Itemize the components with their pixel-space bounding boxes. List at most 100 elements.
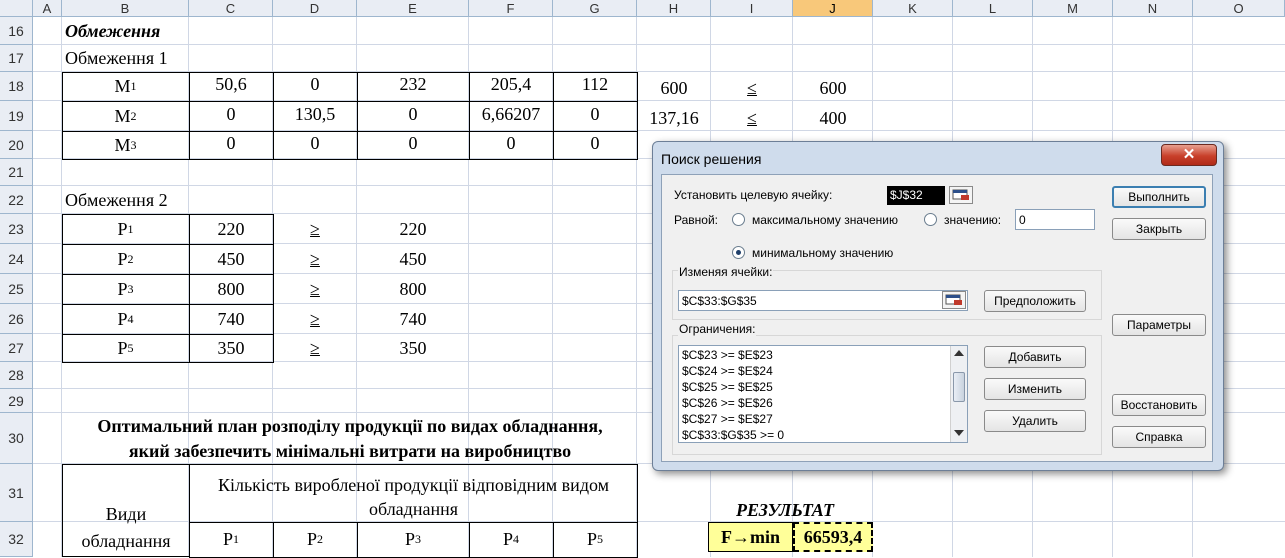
m-value[interactable]: 0 [357,129,469,157]
help-button[interactable]: Справка [1112,426,1206,448]
column-header-d[interactable]: D [273,0,357,17]
m-value[interactable]: 0 [273,70,357,99]
m-value[interactable]: 0 [357,99,469,129]
column-header-j[interactable]: J [793,0,873,17]
m-lhs[interactable]: 137,16 [637,103,711,133]
constraint-item[interactable]: $C$23 >= $E$23 [682,348,773,362]
constraints-scrollbar[interactable] [950,346,967,442]
row-header-20[interactable]: 20 [0,131,33,159]
row-header-22[interactable]: 22 [0,186,33,214]
corner-cell[interactable] [0,0,33,17]
row-header-29[interactable]: 29 [0,389,33,413]
constraint-item[interactable]: $C$24 >= $E$24 [682,364,773,378]
solve-button[interactable]: Выполнить [1112,186,1206,208]
changing-ref-icon[interactable] [942,291,966,309]
row-header-28[interactable]: 28 [0,362,33,389]
m-value[interactable]: 0 [189,99,273,129]
row-header-16[interactable]: 16 [0,17,33,45]
row-header-24[interactable]: 24 [0,244,33,274]
m-value[interactable]: 0 [553,99,637,129]
m-lhs[interactable]: 600 [637,74,711,103]
row-header-21[interactable]: 21 [0,159,33,186]
add-button[interactable]: Добавить [984,346,1086,368]
p-op: ≥ [310,278,320,299]
m-value[interactable]: 6,66207 [469,99,553,129]
row-header-17[interactable]: 17 [0,45,33,72]
m-value[interactable]: 112 [553,70,637,99]
column-header-h[interactable]: H [637,0,711,17]
scroll-down-icon[interactable] [954,430,964,436]
scroll-thumb[interactable] [953,372,965,402]
p-row-label: P1 [62,214,189,244]
column-header-b[interactable]: B [62,0,189,17]
options-button[interactable]: Параметры [1112,314,1206,336]
p-rhs[interactable]: 350 [357,334,469,362]
row-header-23[interactable]: 23 [0,214,33,244]
p-rhs[interactable]: 220 [357,214,469,244]
m-value[interactable]: 232 [357,70,469,99]
p-value[interactable]: 220 [189,214,273,244]
column-header-f[interactable]: F [469,0,553,17]
constraint-item[interactable]: $C$25 >= $E$25 [682,380,773,394]
constraint-item[interactable]: $C$26 >= $E$26 [682,396,773,410]
column-header-k[interactable]: K [873,0,953,17]
column-header-g[interactable]: G [553,0,637,17]
p-rhs[interactable]: 740 [357,304,469,334]
p-value[interactable]: 450 [189,244,273,274]
row-header-31[interactable]: 31 [0,464,33,522]
p-value[interactable]: 350 [189,334,273,362]
m-row-label: M2 [62,101,189,131]
radio-min[interactable] [732,246,745,259]
close-icon[interactable]: ✕ [1161,144,1217,166]
close-button[interactable]: Закрыть [1112,218,1206,240]
value-input[interactable]: 0 [1015,209,1095,230]
delete-button[interactable]: Удалить [984,410,1086,432]
row-header-32[interactable]: 32 [0,522,33,557]
scroll-up-icon[interactable] [954,350,964,356]
constraint-item[interactable]: $C$33:$G$35 >= 0 [682,428,784,442]
m-value[interactable]: 130,5 [273,99,357,129]
m-value[interactable]: 0 [469,129,553,157]
group2-title: Обмеження 2 [65,189,168,210]
guess-button[interactable]: Предположить [984,290,1086,312]
target-cell-input[interactable]: $J$32 [887,186,945,205]
p-rhs[interactable]: 450 [357,244,469,274]
p-row-label-subscript: 1 [127,221,134,236]
m-value[interactable]: 0 [553,129,637,157]
row-header-18[interactable]: 18 [0,72,33,101]
m-value[interactable]: 0 [273,129,357,157]
p-value[interactable]: 800 [189,274,273,304]
row-header-25[interactable]: 25 [0,274,33,304]
column-header-e[interactable]: E [357,0,469,17]
changing-cells-input[interactable]: $C$33:$G$35 [678,290,968,311]
row-header-26[interactable]: 26 [0,304,33,334]
row-header-27[interactable]: 27 [0,334,33,362]
target-label: Установить целевую ячейку: [674,188,833,202]
m-rhs[interactable]: 400 [793,103,873,133]
m-value[interactable]: 0 [189,129,273,157]
reset-button[interactable]: Восстановить [1112,394,1206,416]
column-header-c[interactable]: C [189,0,273,17]
p-header-label-subscript: 4 [513,531,519,546]
m-rhs[interactable]: 600 [793,74,873,103]
change-button[interactable]: Изменить [984,378,1086,400]
column-header-n[interactable]: N [1113,0,1193,17]
column-header-o[interactable]: O [1193,0,1285,17]
p-value[interactable]: 740 [189,304,273,334]
equal-label: Равной: [674,213,718,227]
column-header-m[interactable]: M [1033,0,1113,17]
constraints-list[interactable]: $C$23 >= $E$23 $C$24 >= $E$24 $C$25 >= $E$… [678,345,968,443]
p-rhs[interactable]: 800 [357,274,469,304]
m-value[interactable]: 205,4 [469,70,553,99]
radio-value[interactable] [924,213,937,226]
row-header-19[interactable]: 19 [0,101,33,131]
column-header-l[interactable]: L [953,0,1033,17]
p-row-label-letter: P [117,278,128,299]
column-header-i[interactable]: I [711,0,793,17]
m-value[interactable]: 50,6 [189,70,273,99]
constraint-item[interactable]: $C$27 >= $E$27 [682,412,773,426]
target-ref-icon[interactable] [949,186,973,204]
column-header-a[interactable]: A [33,0,62,17]
row-header-30[interactable]: 30 [0,413,33,464]
radio-max[interactable] [732,213,745,226]
